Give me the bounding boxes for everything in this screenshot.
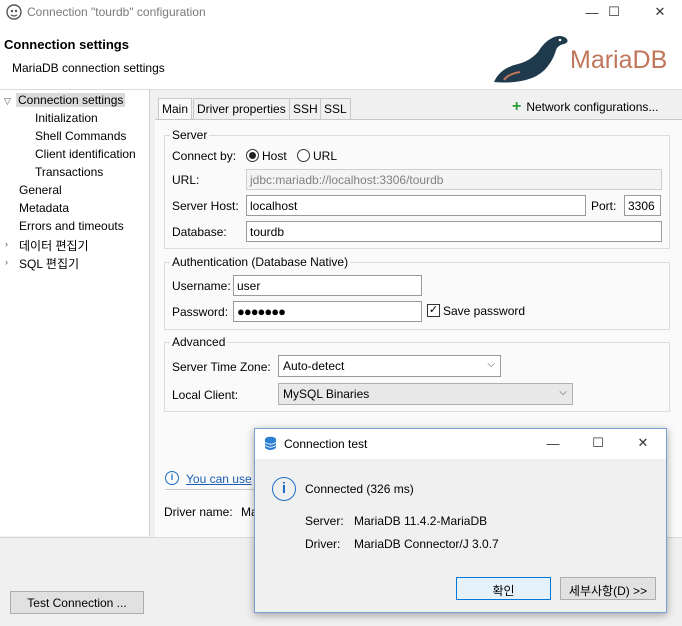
local-client-value: MySQL Binaries	[283, 387, 370, 401]
username-input[interactable]: user	[233, 275, 422, 296]
tree-item-transactions[interactable]: Transactions	[35, 165, 103, 179]
host-radio-label: Host	[262, 149, 287, 163]
local-client-label: Local Client:	[172, 388, 239, 402]
mariadb-logo-text: MariaDB	[570, 46, 668, 74]
close-button[interactable]: ✕	[640, 0, 680, 24]
minimize-icon: —	[546, 435, 560, 451]
ok-button[interactable]: 확인	[456, 577, 551, 600]
plus-icon: +	[512, 98, 522, 115]
server-timezone-select[interactable]: Auto-detect ⌵	[278, 355, 501, 377]
chevron-down-icon[interactable]: ▽	[4, 96, 11, 107]
info-link[interactable]: You can use	[186, 472, 252, 486]
local-client-select[interactable]: MySQL Binaries ⌵	[278, 383, 573, 405]
close-icon: ✕	[654, 4, 666, 19]
dialog-title: Connection test	[284, 437, 368, 451]
server-timezone-value: Auto-detect	[283, 359, 345, 373]
host-radio[interactable]	[246, 149, 259, 162]
maximize-icon: ☐	[608, 4, 620, 19]
chevron-down-icon: ⌵	[559, 387, 567, 398]
url-radio-label: URL	[313, 149, 338, 163]
tree-item-client-identification[interactable]: Client identification	[35, 147, 136, 161]
server-host-label: Server Host:	[172, 199, 239, 213]
info-icon: i	[165, 471, 179, 485]
test-connection-button[interactable]: Test Connection ...	[10, 591, 144, 614]
network-configurations-button[interactable]: + Network configurations...	[512, 98, 659, 115]
driver-version: MariaDB Connector/J 3.0.7	[354, 537, 499, 551]
chevron-right-icon[interactable]: ›	[5, 257, 8, 267]
close-icon: ✕	[637, 435, 649, 450]
chevron-right-icon[interactable]: ›	[5, 239, 8, 249]
tree-item-data-editor[interactable]: 데이터 편집기	[19, 237, 89, 254]
dialog-close-button[interactable]: ✕	[625, 431, 661, 455]
dialog-title-bar: Connection test — ☐ ✕	[255, 429, 666, 459]
server-group-label: Server	[170, 128, 210, 142]
window-title-bar: Connection "tourdb" configuration — ☐ ✕	[0, 0, 682, 24]
save-password-label: Save password	[443, 304, 526, 318]
page-subtitle: MariaDB connection settings	[12, 61, 165, 75]
mariadb-seal-logo-icon	[494, 36, 568, 83]
tab-ssh[interactable]: SSH	[289, 98, 322, 119]
save-password-checkbox[interactable]: ✓	[427, 304, 440, 317]
dialog-minimize-button[interactable]: —	[535, 431, 571, 455]
window-title: Connection "tourdb" configuration	[27, 5, 206, 19]
database-input[interactable]: tourdb	[246, 221, 662, 242]
authentication-group-label: Authentication (Database Native)	[170, 255, 351, 269]
url-field: jdbc:mariadb://localhost:3306/tourdb	[246, 169, 662, 190]
settings-tree: ▽ Connection settings Initialization She…	[0, 90, 150, 536]
tree-item-connection-settings[interactable]: Connection settings	[16, 93, 126, 107]
server-host-input[interactable]: localhost	[246, 195, 586, 216]
port-label: Port:	[591, 199, 617, 213]
dbeaver-app-icon	[6, 4, 22, 20]
details-button[interactable]: 세부사항(D) >>	[560, 577, 656, 600]
server-timezone-label: Server Time Zone:	[172, 360, 271, 374]
page-title: Connection settings	[4, 37, 129, 52]
connection-test-dialog: Connection test — ☐ ✕ i Connected (326 m…	[254, 428, 667, 613]
maximize-button[interactable]: ☐	[594, 0, 634, 24]
username-label: Username:	[172, 279, 231, 293]
advanced-group-label: Advanced	[170, 335, 228, 349]
tree-item-sql-editor[interactable]: SQL 편집기	[19, 255, 79, 272]
server-label: Server:	[305, 514, 344, 528]
url-radio[interactable]	[297, 149, 310, 162]
tree-item-initialization[interactable]: Initialization	[35, 111, 98, 125]
network-configurations-label: Network configurations...	[526, 100, 659, 114]
driver-label: Driver:	[305, 537, 341, 551]
password-label: Password:	[172, 305, 229, 319]
chevron-down-icon: ⌵	[487, 359, 495, 370]
maximize-icon: ☐	[592, 435, 604, 450]
password-input[interactable]: ●●●●●●●	[233, 301, 422, 322]
port-input[interactable]: 3306	[624, 195, 661, 216]
info-icon: i	[272, 477, 296, 501]
tree-item-errors-timeouts[interactable]: Errors and timeouts	[19, 219, 124, 233]
divider	[165, 489, 265, 490]
url-label: URL:	[172, 173, 200, 187]
dialog-maximize-button[interactable]: ☐	[580, 431, 616, 455]
page-header: Connection settings MariaDB connection s…	[0, 24, 682, 90]
tree-item-general[interactable]: General	[19, 183, 62, 197]
server-version: MariaDB 11.4.2-MariaDB	[354, 514, 488, 528]
database-label: Database:	[172, 225, 227, 239]
tab-ssl[interactable]: SSL	[320, 98, 351, 119]
database-icon	[264, 436, 277, 450]
tree-item-metadata[interactable]: Metadata	[19, 201, 69, 215]
tree-item-shell-commands[interactable]: Shell Commands	[35, 129, 126, 143]
driver-name-label: Driver name:	[164, 505, 233, 519]
connect-by-label: Connect by:	[172, 149, 237, 163]
connection-status: Connected (326 ms)	[305, 482, 414, 496]
tab-main[interactable]: Main	[158, 98, 193, 120]
tab-driver-properties[interactable]: Driver properties	[193, 98, 290, 119]
